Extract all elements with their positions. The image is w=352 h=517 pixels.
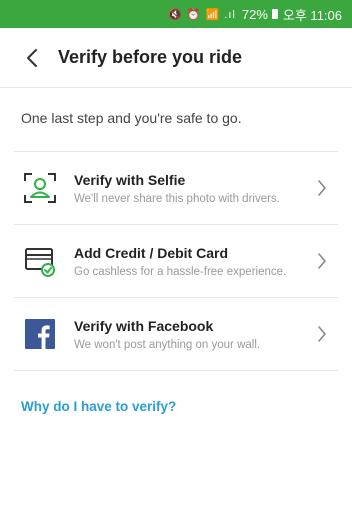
add-card-option[interactable]: Add Credit / Debit Card Go cashless for … [14, 224, 338, 297]
option-subtitle: We won't post anything on your wall. [74, 338, 261, 351]
page-title: Verify before you ride [58, 47, 243, 67]
status-time: 오후 11:06 [282, 7, 342, 23]
option-text: Verify with Facebook We won't post anyth… [74, 317, 310, 352]
credit-card-check-icon [21, 242, 59, 280]
selfie-face-scan-icon [21, 169, 59, 207]
why-verify-link[interactable]: Why do I have to verify? [21, 399, 176, 414]
verify-facebook-option[interactable]: Verify with Facebook We won't post anyth… [14, 297, 338, 371]
intro-text: One last step and you're safe to go. [21, 110, 242, 126]
chevron-right-icon [310, 249, 334, 273]
option-text: Verify with Selfie We'll never share thi… [74, 171, 310, 206]
option-subtitle: Go cashless for a hassle-free experience… [74, 265, 287, 278]
chevron-right-icon [310, 322, 334, 346]
chevron-right-icon [310, 176, 334, 200]
option-subtitle: We'll never share this photo with driver… [74, 192, 280, 205]
facebook-icon [21, 315, 59, 353]
battery-icon [271, 9, 278, 19]
status-bar: 🔇 ⏰ 📶 .ıl 72% 오후 11:06 [0, 0, 352, 28]
verification-options-list: Verify with Selfie We'll never share thi… [0, 151, 352, 371]
option-text: Add Credit / Debit Card Go cashless for … [74, 244, 310, 279]
option-title: Add Credit / Debit Card [74, 244, 229, 261]
back-arrow-icon[interactable] [8, 28, 56, 88]
battery-percent: 72% [241, 6, 268, 22]
status-icons: 🔇 ⏰ 📶 .ıl [168, 8, 236, 21]
option-title: Verify with Selfie [74, 171, 186, 188]
header: Verify before you ride [0, 28, 352, 88]
option-title: Verify with Facebook [74, 317, 214, 334]
verify-selfie-option[interactable]: Verify with Selfie We'll never share thi… [14, 151, 338, 224]
